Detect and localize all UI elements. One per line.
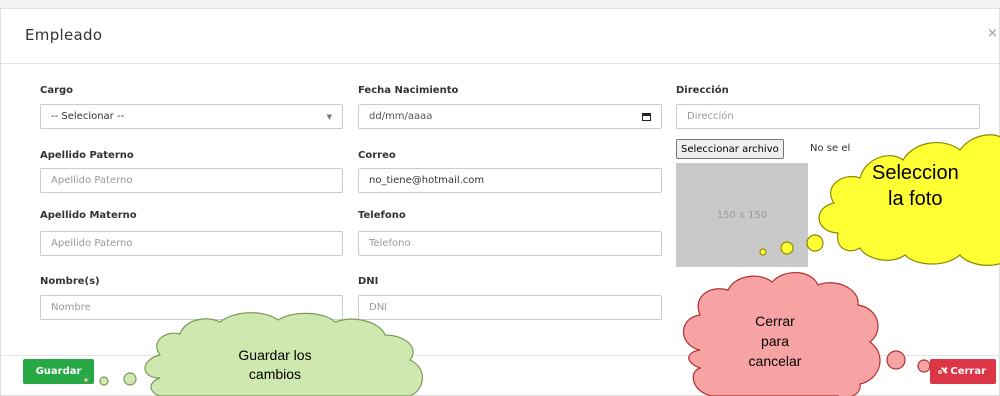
save-callout-line-2: cambios [248, 366, 302, 382]
save-callout-line-1: Guardar los [238, 347, 312, 363]
cancel-callout-line-2: para [760, 333, 790, 349]
cancel-callout: Cerrar para cancelar [720, 311, 830, 371]
cancel-callout-line-1: Cerrar [755, 313, 795, 329]
photo-callout-line-2: la foto [888, 188, 943, 210]
callout-overlay [83, 134, 1000, 396]
cancel-callout-line-3: cancelar [748, 353, 802, 369]
photo-callout-line-1: Seleccion [872, 162, 959, 184]
save-callout: Guardar los cambios [205, 346, 345, 384]
photo-callout: Seleccion la foto [872, 160, 1000, 212]
